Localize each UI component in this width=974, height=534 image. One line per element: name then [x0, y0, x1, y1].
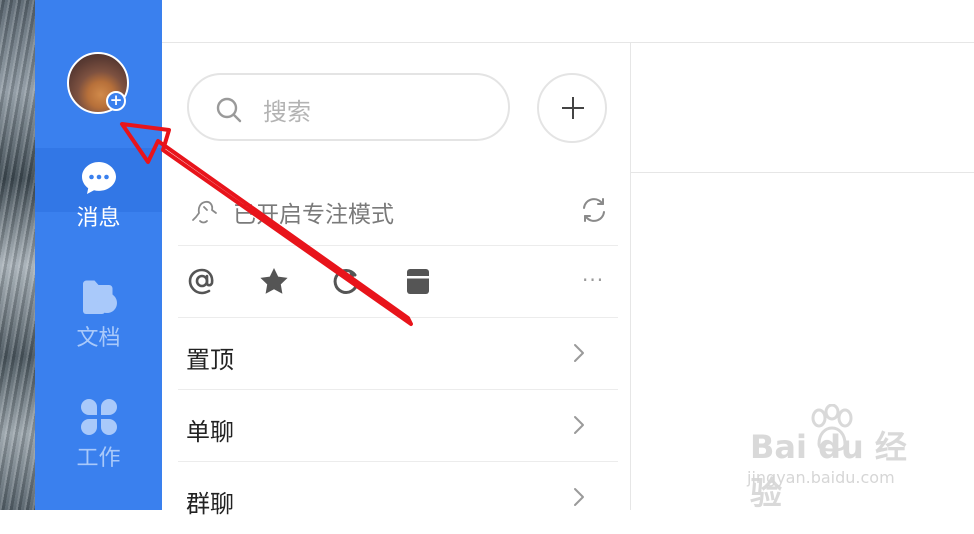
- focus-bell-icon: [192, 200, 217, 224]
- group-label: 群聊: [186, 490, 234, 518]
- at-mention-icon[interactable]: [187, 266, 217, 296]
- row-divider: [178, 317, 618, 318]
- star-icon[interactable]: [258, 266, 290, 296]
- topbar-divider: [162, 42, 974, 43]
- chat-bubble-icon: [81, 162, 116, 194]
- group-group-chat[interactable]: 群聊: [178, 464, 618, 534]
- chevron-right-icon: [574, 416, 584, 434]
- quick-filter-bar: ···: [178, 248, 618, 316]
- baidu-jingyan-watermark: Bai du 经验 jingyan.baidu.com: [745, 400, 925, 512]
- group-label: 置顶: [186, 346, 234, 374]
- grid-clover-icon: [80, 399, 117, 435]
- watermark-sub: jingyan.baidu.com: [747, 468, 895, 487]
- nav-label-messages: 消息: [76, 206, 121, 231]
- row-divider: [178, 461, 618, 462]
- nav-item-messages[interactable]: 消息: [35, 160, 162, 232]
- focus-mode-bar[interactable]: 已开启专注模式: [178, 178, 618, 244]
- archive-box-icon[interactable]: [405, 266, 431, 296]
- folder-doc-icon: [82, 280, 117, 314]
- nav-item-work[interactable]: 工作: [35, 398, 162, 472]
- desktop-wallpaper-strip: [0, 0, 35, 510]
- refresh-icon[interactable]: [331, 266, 361, 296]
- nav-item-docs[interactable]: 文档: [35, 278, 162, 352]
- chat-header-divider: [631, 172, 974, 173]
- more-options-icon[interactable]: ···: [582, 268, 604, 292]
- group-single-chat[interactable]: 单聊: [178, 392, 618, 462]
- search-input[interactable]: 搜索: [187, 73, 510, 141]
- group-label: 单聊: [186, 418, 234, 446]
- row-divider: [178, 389, 618, 390]
- chevron-right-icon: [574, 488, 584, 506]
- search-icon: [216, 97, 242, 123]
- sidebar: + 消息 文档 工作: [35, 0, 162, 510]
- search-placeholder: 搜索: [263, 98, 311, 126]
- group-pinned[interactable]: 置顶: [178, 320, 618, 390]
- chevron-right-icon: [574, 344, 584, 362]
- sync-icon[interactable]: [578, 194, 610, 226]
- row-divider: [178, 245, 618, 246]
- nav-label-docs: 文档: [76, 326, 121, 351]
- nav-label-work: 工作: [76, 446, 121, 471]
- panel-divider: [630, 43, 631, 510]
- avatar-add-badge-icon[interactable]: +: [106, 91, 126, 111]
- add-button[interactable]: [537, 73, 607, 143]
- focus-mode-label: 已开启专注模式: [233, 202, 394, 228]
